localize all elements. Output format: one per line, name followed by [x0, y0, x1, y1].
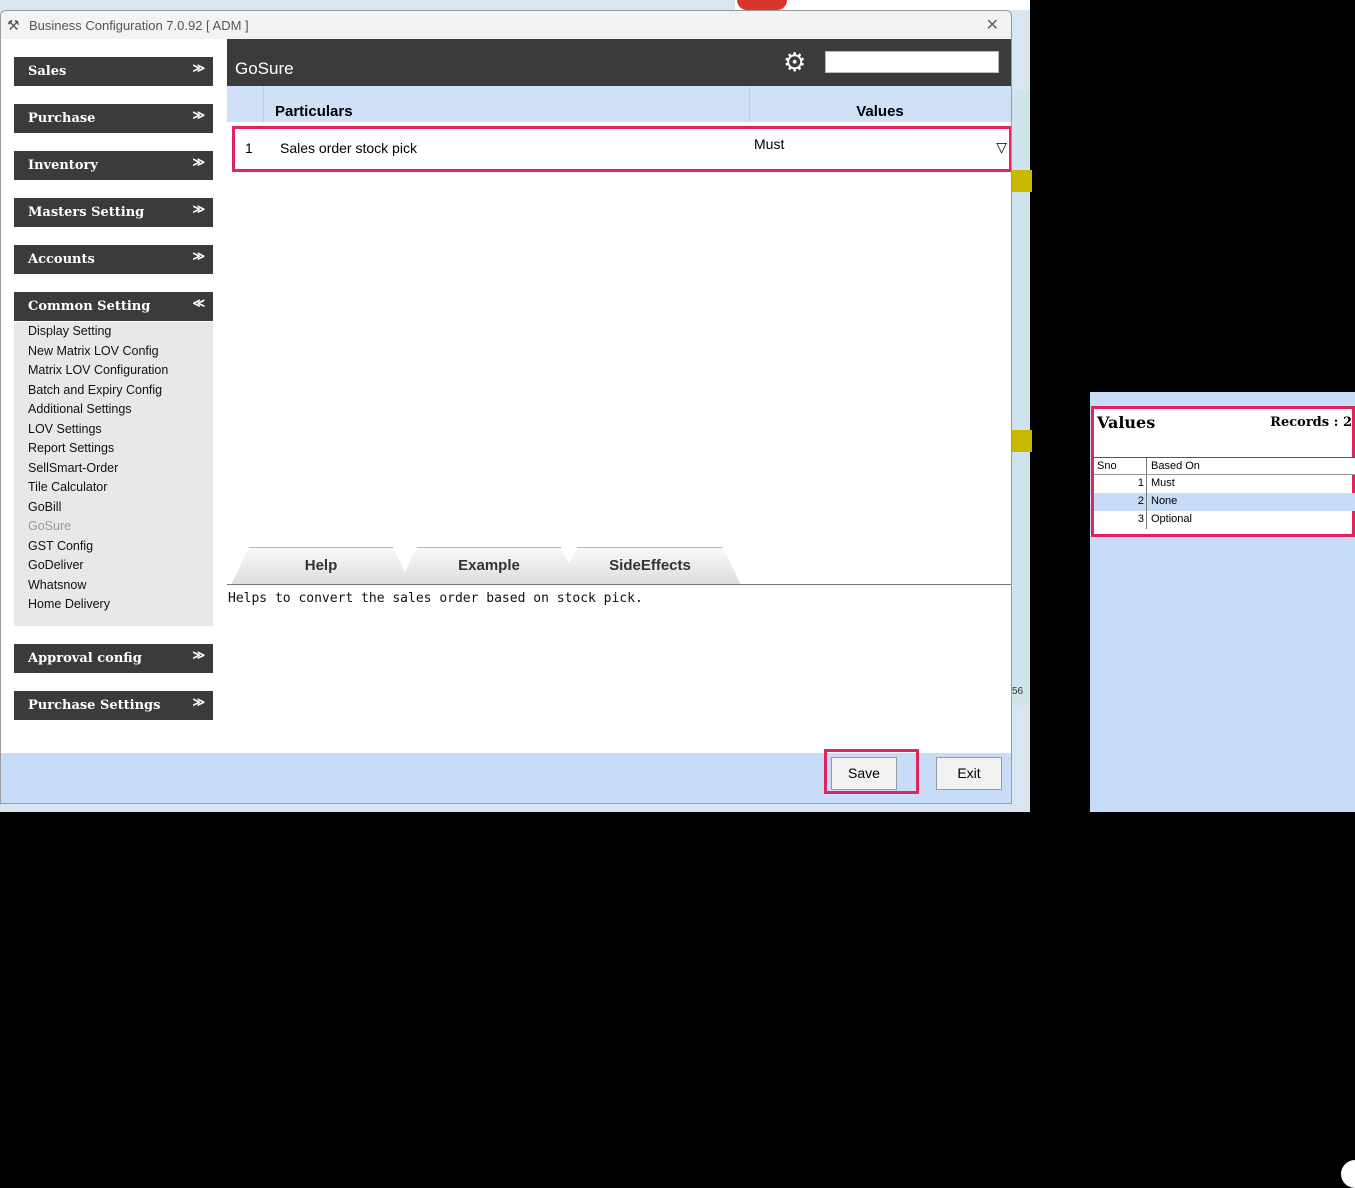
chevron-down-icon: ≫ [192, 108, 205, 122]
chevron-up-icon: ≪ [192, 296, 205, 310]
sidebar-item-tile-calculator[interactable]: Tile Calculator [14, 478, 213, 498]
sidebar-item-matrix-lov-configuration[interactable]: Matrix LOV Configuration [14, 361, 213, 381]
sidebar-item-godeliver[interactable]: GoDeliver [14, 556, 213, 576]
sidebar-section-masters-setting[interactable]: Masters Setting ≫ [14, 198, 213, 227]
sidebar-section-common-setting[interactable]: Common Setting ≪ [14, 292, 213, 321]
exit-button[interactable]: Exit [936, 757, 1002, 790]
chevron-down-icon: ≫ [192, 155, 205, 169]
popup-header: Sno Based On [1094, 457, 1355, 475]
chevron-down-icon: ≫ [192, 202, 205, 216]
column-divider [1146, 458, 1147, 474]
banner-logo [737, 0, 787, 10]
records-count: Records : 2 [1270, 415, 1352, 430]
grid-header: Particulars Values [227, 86, 1011, 122]
help-text: Helps to convert the sales order based o… [228, 591, 643, 606]
sidebar-item-report-settings[interactable]: Report Settings [14, 439, 213, 459]
background-highlight [1010, 430, 1032, 452]
page-title: GoSure [235, 59, 294, 78]
sidebar-item-batch-and-expiry-config[interactable]: Batch and Expiry Config [14, 381, 213, 401]
column-header-sno: Sno [1097, 460, 1117, 472]
column-header-based-on: Based On [1151, 460, 1200, 472]
values-popup: Values Records : 2 Sno Based On 1 Must 2N… [1091, 406, 1355, 537]
sidebar-item-gst-config[interactable]: GST Config [14, 537, 213, 557]
title-bar: ⚒ Business Configuration 7.0.92 [ ADM ] … [1, 11, 1011, 39]
sidebar-section-purchase[interactable]: Purchase ≫ [14, 104, 213, 133]
row-particular: Sales order stock pick [280, 140, 417, 156]
tab-example[interactable]: Example [399, 547, 579, 585]
close-button[interactable]: ✕ [986, 15, 999, 35]
chevron-down-icon: ≫ [192, 249, 205, 263]
background-text-fragment: 56 [1012, 686, 1024, 697]
sidebar-item-new-matrix-lov-config[interactable]: New Matrix LOV Config [14, 342, 213, 362]
sidebar-section-purchase-settings[interactable]: Purchase Settings ≫ [14, 691, 213, 720]
list-item[interactable]: 1 Must [1094, 475, 1355, 493]
sidebar-item-additional-settings[interactable]: Additional Settings [14, 400, 213, 420]
settings-grid: Particulars Values 1 Sales order stock p… [227, 86, 1011, 539]
list-item[interactable]: 3 Optional [1094, 511, 1355, 529]
help-panel: Help SideEffects Example Helps to conver… [227, 539, 1011, 753]
column-header-particulars: Particulars [275, 103, 353, 120]
search-input[interactable] [825, 51, 999, 73]
table-row[interactable]: 1 Sales order stock pick Must ▽ [232, 126, 1011, 172]
column-header-values: Values [856, 103, 904, 120]
sidebar-item-gosure[interactable]: GoSure [14, 517, 213, 537]
common-setting-list: Display Setting New Matrix LOV Config Ma… [14, 322, 213, 626]
dropdown-arrow-icon[interactable]: ▽ [996, 139, 1007, 156]
tools-icon: ⚒ [7, 17, 20, 33]
chevron-down-icon: ≫ [192, 648, 205, 662]
popup-title: Values [1097, 413, 1156, 432]
sidebar-section-sales[interactable]: Sales ≫ [14, 57, 213, 86]
tab-divider [227, 584, 1011, 585]
sidebar-item-gobill[interactable]: GoBill [14, 498, 213, 518]
save-button[interactable]: Save [831, 757, 897, 790]
sidebar-item-display-setting[interactable]: Display Setting [14, 322, 213, 342]
row-value[interactable]: Must [754, 136, 784, 152]
footer-bar: Save Exit [1, 749, 1011, 803]
gear-icon[interactable]: ⚙ [783, 47, 806, 78]
tab-side-effects[interactable]: SideEffects [559, 547, 741, 585]
sidebar-section-accounts[interactable]: Accounts ≫ [14, 245, 213, 274]
column-divider [263, 86, 264, 122]
corner-circle [1341, 1160, 1355, 1188]
list-item[interactable]: 2 None [1094, 493, 1355, 511]
sidebar-item-whatsnow[interactable]: Whatsnow [14, 576, 213, 596]
sidebar-item-lov-settings[interactable]: LOV Settings [14, 420, 213, 440]
sidebar-item-sellsmart-order[interactable]: SellSmart-Order [14, 459, 213, 479]
row-number: 1 [245, 140, 253, 156]
page-header: GoSure ⚙ [227, 39, 1011, 86]
sidebar: Sales ≫ Purchase ≫ Inventory ≫ Masters Sett… [1, 39, 227, 753]
sidebar-section-approval-config[interactable]: Approval config ≫ [14, 644, 213, 673]
config-window: ⚒ Business Configuration 7.0.92 [ ADM ] … [0, 10, 1012, 804]
sidebar-item-home-delivery[interactable]: Home Delivery [14, 595, 213, 615]
sidebar-section-inventory[interactable]: Inventory ≫ [14, 151, 213, 180]
chevron-down-icon: ≫ [192, 61, 205, 75]
window-title: Business Configuration 7.0.92 [ ADM ] [29, 18, 249, 33]
chevron-down-icon: ≫ [192, 695, 205, 709]
background-highlight [1010, 170, 1032, 192]
tab-help[interactable]: Help [231, 547, 411, 585]
